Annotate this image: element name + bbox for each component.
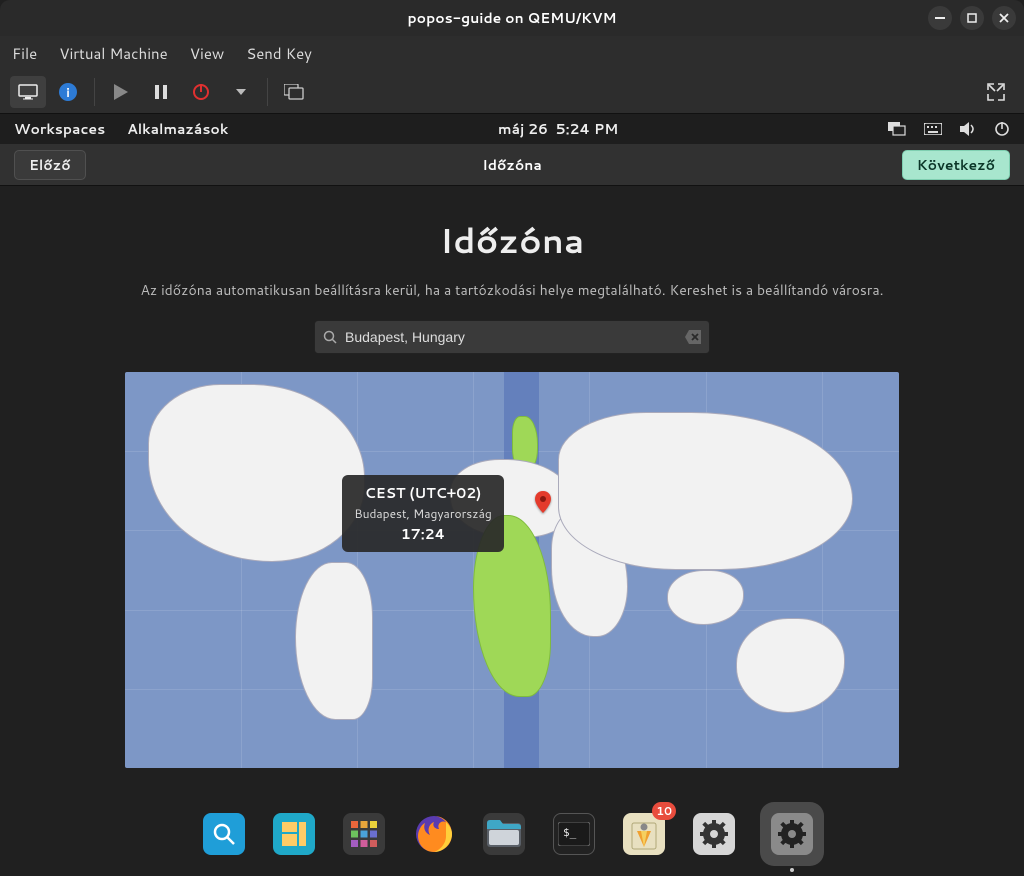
tooltip-location: Budapest, Magyarország <box>352 505 495 522</box>
terminal-icon: $_ <box>553 813 595 855</box>
dock-item-store[interactable]: 10 <box>620 810 668 858</box>
titlebar: popos-guide on QEMU/KVM <box>0 0 1024 36</box>
window-controls <box>928 6 1016 30</box>
minimize-button[interactable] <box>928 6 952 30</box>
time-label: 5:24 PM <box>556 119 619 139</box>
land-se-asia <box>667 570 744 625</box>
close-button[interactable] <box>992 6 1016 30</box>
snapshots-button[interactable] <box>276 76 312 108</box>
menubar: File Virtual Machine View Send Key <box>0 36 1024 70</box>
clear-search-icon[interactable] <box>685 330 701 344</box>
fullscreen-button[interactable] <box>978 76 1014 108</box>
apps-grid-icon <box>343 813 385 855</box>
svg-text:$_: $_ <box>563 826 577 839</box>
power-icon[interactable] <box>994 121 1010 137</box>
shutdown-menu-button[interactable] <box>223 76 259 108</box>
timezone-map[interactable]: CEST (UTC+02) Budapest, Magyarország 17:… <box>125 372 899 768</box>
page-subtitle: Az időzóna automatikusan beállításra ker… <box>0 280 1024 300</box>
gear-icon <box>771 813 813 855</box>
run-button[interactable] <box>103 76 139 108</box>
dock-item-files[interactable] <box>480 810 528 858</box>
updates-badge: 10 <box>652 802 676 820</box>
page-title: Időzóna <box>0 216 1024 264</box>
toolbar-separator <box>94 78 95 106</box>
dock-item-terminal[interactable]: $_ <box>550 810 598 858</box>
workspaces-button[interactable]: Workspaces <box>14 119 105 139</box>
console-view-button[interactable] <box>10 76 46 108</box>
volume-icon[interactable] <box>960 122 976 136</box>
dock-item-settings[interactable] <box>690 810 738 858</box>
search-icon <box>323 330 337 344</box>
settings-icon <box>693 813 735 855</box>
previous-button-label: Előző <box>29 155 71 175</box>
installer-header: Előző Időzóna Következő <box>0 144 1024 186</box>
menu-send-key[interactable]: Send Key <box>246 43 312 64</box>
timezone-search-input[interactable] <box>345 329 677 345</box>
firefox-icon <box>413 813 455 855</box>
dock-item-firefox[interactable] <box>410 810 458 858</box>
date-label: máj 26 <box>498 119 548 139</box>
running-indicator <box>790 868 794 872</box>
shutdown-button[interactable] <box>183 76 219 108</box>
clock-area[interactable]: máj 26 5:24 PM <box>228 119 888 139</box>
files-icon <box>483 813 525 855</box>
toolbar-separator <box>267 78 268 106</box>
next-button-label: Következő <box>917 155 995 175</box>
tooltip-local-time: 17:24 <box>352 524 495 544</box>
keyboard-icon[interactable] <box>924 123 942 135</box>
previous-button[interactable]: Előző <box>14 150 86 180</box>
land-australia <box>736 618 844 713</box>
vm-toolbar: i <box>0 70 1024 114</box>
timezone-tooltip: CEST (UTC+02) Budapest, Magyarország 17:… <box>342 475 505 552</box>
applications-button[interactable]: Alkalmazások <box>127 119 228 139</box>
info-button[interactable]: i <box>50 76 86 108</box>
maximize-button[interactable] <box>960 6 984 30</box>
menu-view[interactable]: View <box>190 43 225 64</box>
timezone-search[interactable] <box>314 320 710 354</box>
land-asia <box>558 412 852 570</box>
dock-item-search[interactable] <box>200 810 248 858</box>
land-north-america <box>148 384 365 562</box>
gnome-top-bar: Workspaces Alkalmazások máj 26 5:24 PM <box>0 114 1024 144</box>
menu-virtual-machine[interactable]: Virtual Machine <box>59 43 168 64</box>
window-title: popos-guide on QEMU/KVM <box>408 8 617 28</box>
magnify-icon <box>203 813 245 855</box>
tiling-icon <box>273 813 315 855</box>
location-marker-icon <box>535 491 549 511</box>
installer-content: Időzóna Az időzóna automatikusan beállít… <box>0 186 1024 768</box>
tooltip-timezone: CEST (UTC+02) <box>352 483 495 503</box>
installer-header-title: Időzóna <box>482 155 542 175</box>
dock-item-apps[interactable] <box>340 810 388 858</box>
dock: $_ 10 <box>200 802 824 866</box>
dock-item-tiling[interactable] <box>270 810 318 858</box>
screen-share-icon[interactable] <box>888 122 906 136</box>
menu-file[interactable]: File <box>12 43 37 64</box>
next-button[interactable]: Következő <box>902 150 1010 180</box>
pause-button[interactable] <box>143 76 179 108</box>
svg-text:i: i <box>66 84 70 102</box>
dock-item-installer[interactable] <box>760 802 824 866</box>
land-south-america <box>295 562 372 720</box>
